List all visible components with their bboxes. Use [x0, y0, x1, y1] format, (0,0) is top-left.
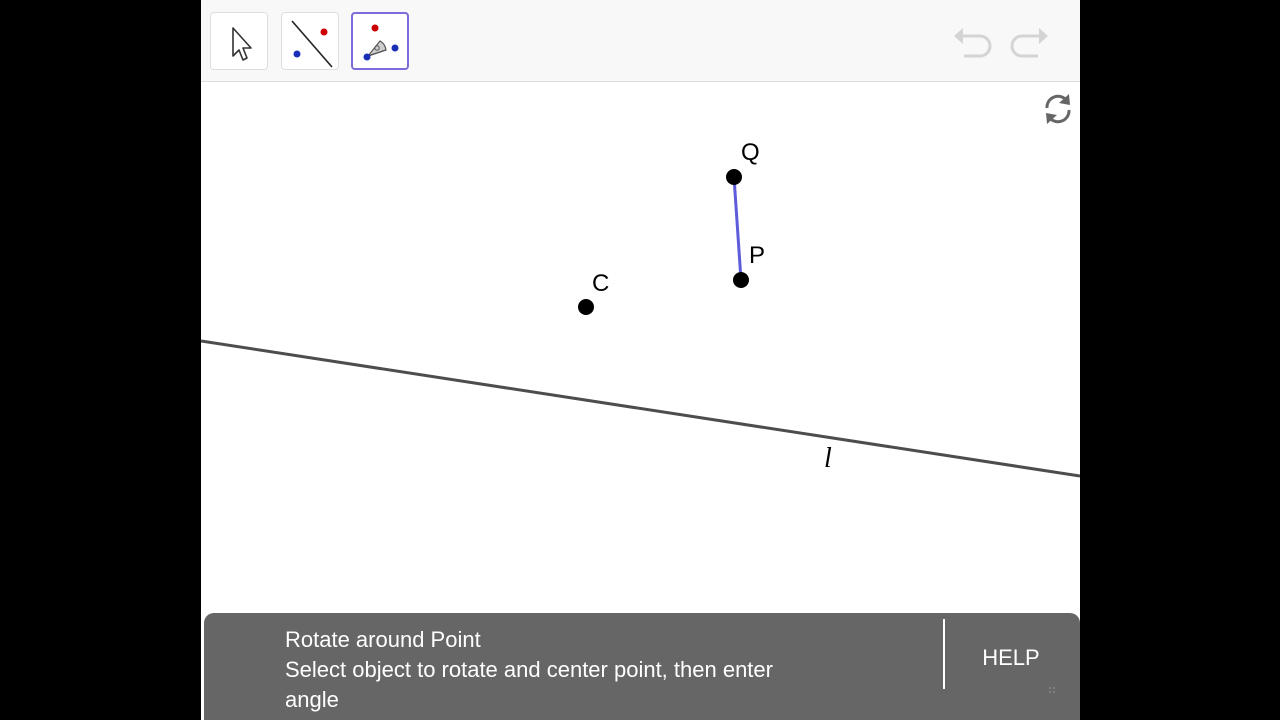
line-through-points-icon [291, 20, 333, 68]
tool-instruction-line-1: Select object to rotate and center point… [285, 657, 773, 682]
graphics-view[interactable]: Q P C l [201, 83, 1080, 613]
line-l[interactable] [201, 339, 1080, 478]
label-q: Q [741, 139, 760, 166]
tool-title: Rotate around Point [285, 627, 481, 652]
reset-icon [1045, 94, 1071, 124]
undo-button[interactable] [950, 22, 996, 62]
point-q[interactable] [726, 169, 742, 185]
point-c[interactable] [578, 299, 594, 315]
reset-button[interactable] [1039, 90, 1077, 128]
rotate-around-point-tool-button[interactable] [351, 12, 409, 70]
label-c: C [592, 270, 609, 297]
point-p[interactable] [733, 272, 749, 288]
divider [943, 619, 945, 689]
toolbar [201, 0, 1080, 82]
move-tool-button[interactable] [210, 12, 268, 70]
rotate-around-point-icon [363, 24, 399, 61]
redo-icon [1010, 28, 1048, 58]
tool-help-bar: Rotate around Point Select object to rot… [204, 613, 1080, 720]
line-tool-button[interactable] [281, 12, 339, 70]
resize-handle-icon [1049, 687, 1055, 693]
tool-help-text: Rotate around Point Select object to rot… [285, 625, 885, 715]
undo-icon [954, 28, 992, 58]
geogebra-applet: Q P C l Rotate around Point Select objec… [201, 0, 1080, 720]
redo-button[interactable] [1006, 22, 1052, 62]
tool-instruction-line-2: angle [285, 687, 339, 712]
help-button[interactable]: HELP [966, 641, 1056, 675]
segment-qp[interactable] [732, 176, 743, 281]
label-p: P [749, 242, 765, 269]
label-l: l [824, 443, 832, 474]
cursor-arrow-icon [232, 27, 252, 61]
